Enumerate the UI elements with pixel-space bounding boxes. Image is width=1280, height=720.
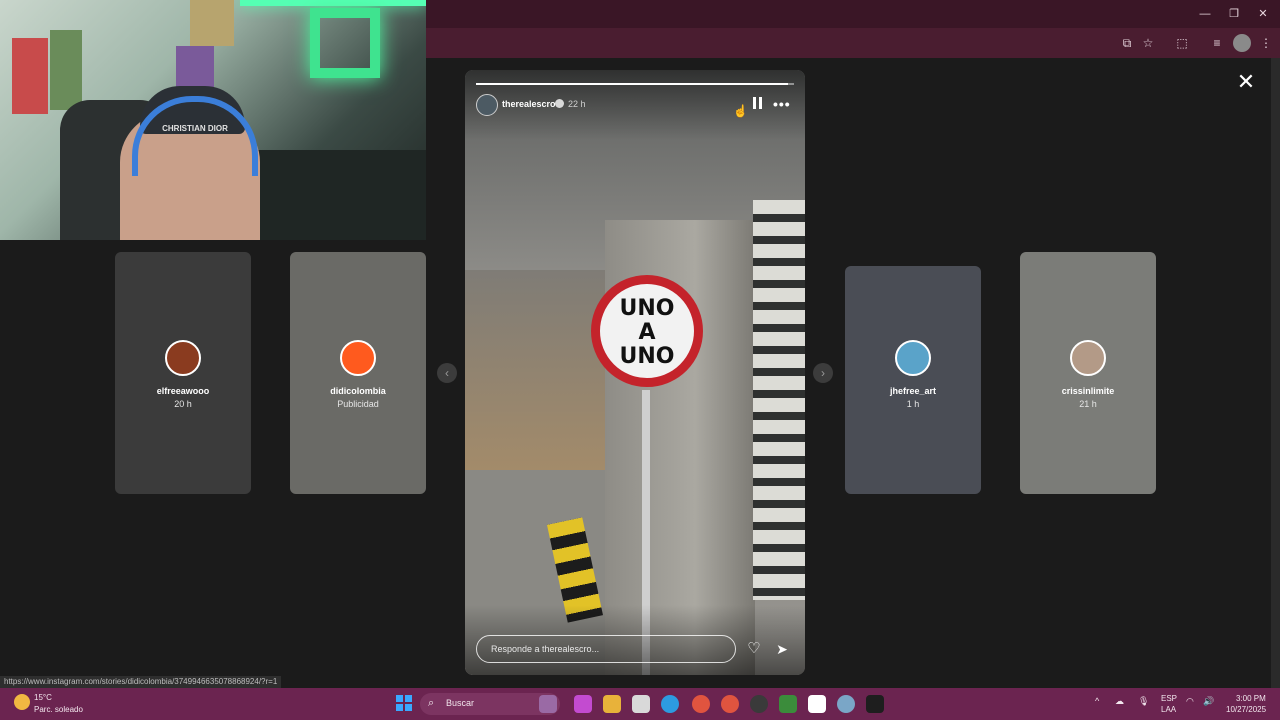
story-card-jhefree-art[interactable]: jhefree_art 1 h — [845, 266, 981, 494]
restore-button[interactable]: ❐ — [1225, 6, 1243, 22]
store-icon[interactable] — [632, 695, 650, 713]
chevron-up-icon[interactable]: ^ — [1095, 696, 1099, 706]
send-icon[interactable]: ➤ — [773, 640, 791, 658]
card-time: 21 h — [1079, 399, 1097, 409]
more-options-button[interactable]: ••• — [773, 96, 791, 112]
microphone-icon[interactable]: 🎙 — [1138, 696, 1149, 707]
card-time: 1 h — [906, 399, 920, 409]
bed — [250, 150, 426, 240]
chrome-icon[interactable] — [692, 695, 710, 713]
volume-icon[interactable]: 🔊 — [1203, 696, 1214, 707]
card-username: crissinlimite — [1061, 386, 1115, 396]
obs-icon[interactable] — [750, 695, 768, 713]
neon-strip — [240, 0, 426, 6]
story-time: 22 h — [568, 99, 586, 109]
close-viewer-button[interactable]: ✕ — [1236, 71, 1256, 93]
status-link-url: https://www.instagram.com/stories/didico… — [0, 676, 282, 688]
wall-slats — [753, 200, 805, 600]
profile-icon[interactable] — [1233, 34, 1251, 52]
file-explorer-icon[interactable] — [603, 695, 621, 713]
road-sign: UNO A UNO — [591, 275, 703, 387]
cloud-icon[interactable]: ☁ — [1115, 696, 1124, 707]
windows-logo-icon — [396, 704, 403, 711]
pause-icon — [759, 97, 762, 109]
story-card-crissinlimite[interactable]: crissinlimite 21 h — [1020, 252, 1156, 494]
weather-condition[interactable]: Parc. soleado — [34, 705, 83, 714]
scrollbar[interactable] — [1271, 58, 1280, 688]
screencast-icon[interactable]: ⧉ — [1118, 34, 1136, 52]
previous-story-button[interactable]: ‹ — [437, 363, 457, 383]
search-label: Buscar — [446, 698, 475, 708]
window-close-button[interactable]: ✕ — [1254, 6, 1272, 22]
language-indicator[interactable]: ESP — [1161, 694, 1177, 703]
reply-placeholder: Responde a therealescro... — [491, 644, 600, 654]
sign-line: UNO — [619, 344, 675, 369]
windows-logo-icon — [405, 695, 412, 702]
pause-icon — [753, 97, 756, 109]
card-time: 20 h — [174, 399, 192, 409]
wifi-icon[interactable]: ◠ — [1186, 696, 1194, 707]
chrome-profile-icon[interactable] — [721, 695, 739, 713]
wall-poster — [12, 38, 48, 114]
avatar — [165, 340, 201, 376]
clock-time[interactable]: 3:00 PM — [1236, 694, 1266, 703]
story-card-didicolombia[interactable]: didicolombia Publicidad — [290, 252, 426, 494]
weather-icon[interactable] — [14, 694, 30, 710]
widget-app-icon[interactable] — [539, 695, 557, 713]
wall-poster — [50, 30, 82, 110]
copilot-icon[interactable] — [574, 695, 592, 713]
minecraft-icon[interactable] — [779, 695, 797, 713]
next-story-button[interactable]: › — [813, 363, 833, 383]
card-preview — [845, 266, 981, 494]
star-icon[interactable]: ☆ — [1139, 34, 1157, 52]
wall-poster — [190, 0, 234, 46]
weather-temperature[interactable]: 15°C — [34, 693, 52, 702]
verified-badge-icon — [555, 99, 564, 108]
capcut-icon[interactable] — [808, 695, 826, 713]
avatar — [895, 340, 931, 376]
story-progress-bar — [476, 83, 794, 85]
reply-input[interactable]: Responde a therealescro... — [476, 635, 736, 663]
minimize-button[interactable]: — — [1196, 6, 1214, 22]
epic-games-icon[interactable] — [866, 695, 884, 713]
card-username: elfreeawooo — [156, 386, 210, 396]
sign-line: UNO — [619, 296, 675, 321]
like-heart-icon[interactable]: ♡ — [745, 640, 763, 658]
layout-indicator[interactable]: LAA — [1161, 705, 1176, 714]
neon-logo — [310, 8, 380, 78]
active-story[interactable]: UNO A UNO therealescro 22 h ••• Responde… — [465, 70, 805, 675]
card-sponsored: Publicidad — [337, 399, 379, 409]
story-card-elfreeawooo[interactable]: elfreeawooo 20 h — [115, 252, 251, 494]
story-progress-fill — [476, 83, 788, 85]
avatar — [340, 340, 376, 376]
start-button[interactable] — [396, 695, 412, 711]
extensions-icon[interactable]: ⬚ — [1173, 34, 1191, 52]
menu-icon[interactable]: ⋮ — [1257, 34, 1275, 52]
avatar[interactable] — [476, 94, 498, 116]
edge-icon[interactable] — [661, 695, 679, 713]
windows-logo-icon — [396, 695, 403, 702]
story-image — [465, 270, 605, 470]
mouse-cursor-icon: ☝ — [733, 104, 748, 118]
media-icon[interactable]: ≡ — [1208, 34, 1226, 52]
settings-icon[interactable] — [837, 695, 855, 713]
card-username: jhefree_art — [889, 386, 937, 396]
clock-date[interactable]: 10/27/2025 — [1226, 705, 1266, 714]
avatar — [1070, 340, 1106, 376]
sign-line: A — [638, 320, 656, 345]
windows-logo-icon — [405, 704, 412, 711]
pause-button[interactable] — [752, 97, 764, 109]
search-icon: ⌕ — [428, 697, 435, 709]
webcam-overlay: CHRISTIAN DIOR — [0, 0, 426, 240]
card-username: didicolombia — [330, 386, 386, 396]
story-username[interactable]: therealescro — [502, 99, 556, 109]
